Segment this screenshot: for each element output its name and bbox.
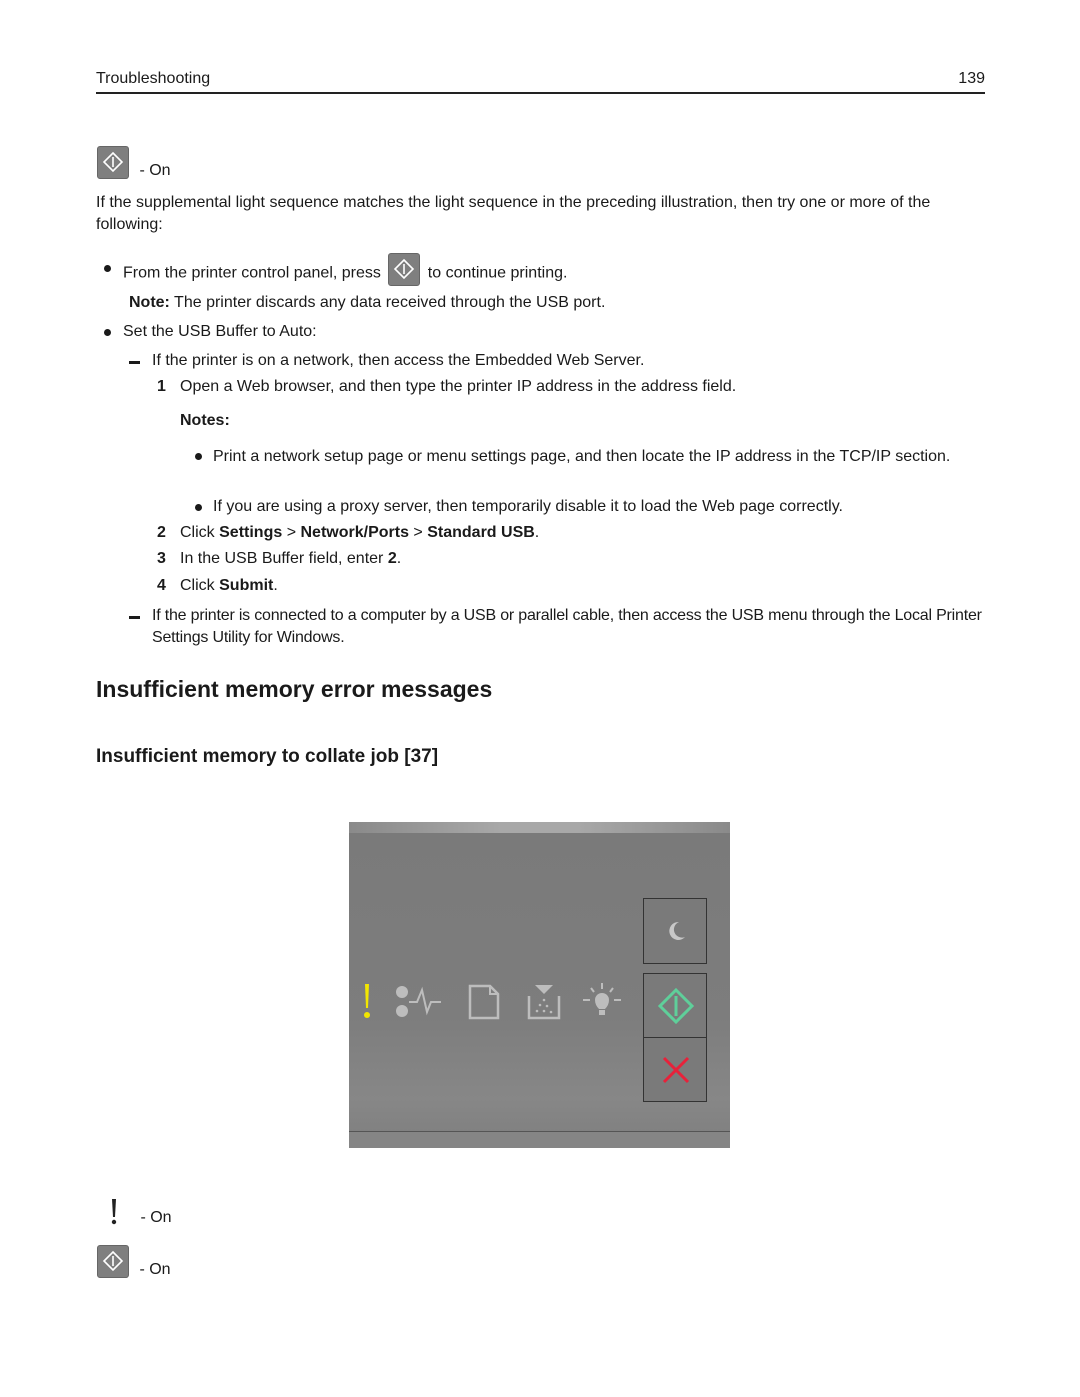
start-button-icon xyxy=(388,253,421,286)
legend-item-start: - On xyxy=(97,1245,171,1278)
note-label: Note: xyxy=(129,294,170,311)
subsection-title: Insufficient memory to collate job [37] xyxy=(96,746,439,767)
cancel-button[interactable] xyxy=(643,1037,707,1102)
page-header: Troubleshooting 139 xyxy=(96,68,985,94)
bullet-item-usb-buffer: Set the USB Buffer to Auto: xyxy=(123,323,317,340)
panel-bottom-edge xyxy=(349,1131,730,1148)
step-text: Open a Web browser, and then type the pr… xyxy=(180,378,737,395)
legend-item-error: - On xyxy=(108,1198,172,1226)
top-indicator: - On xyxy=(97,146,171,179)
panel-top-edge xyxy=(349,822,730,833)
note-item: Print a network setup page or menu setti… xyxy=(213,448,951,465)
punctuation: . xyxy=(534,524,540,541)
legend-state: - On xyxy=(140,1209,172,1227)
paper-icon xyxy=(468,984,500,1020)
sub-item-usb-cable: If the printer is connected to a compute… xyxy=(152,607,982,646)
sub-item-network: If the printer is on a network, then acc… xyxy=(152,352,645,369)
page-number: 139 xyxy=(958,70,985,87)
step-number: 4 xyxy=(157,577,166,594)
buffer-value: 2 xyxy=(387,550,397,567)
section-title: Insufficient memory error messages xyxy=(96,676,493,702)
cancel-x-icon xyxy=(662,1056,690,1084)
bullet-item-continue: From the printer control panel, press to… xyxy=(123,253,568,290)
notes-label: Notes: xyxy=(180,412,230,429)
punctuation: . xyxy=(273,577,278,594)
bullet-text: to continue printing. xyxy=(427,264,568,282)
note-text: The printer discards any data received t… xyxy=(174,294,606,311)
step-number: 3 xyxy=(157,550,166,567)
path-separator: > xyxy=(286,524,297,541)
step-prefix: Click xyxy=(180,524,215,541)
path-separator: > xyxy=(413,524,423,541)
exclamation-icon xyxy=(111,1199,117,1225)
start-button-icon xyxy=(97,1245,129,1278)
note: Note: The printer discards any data rece… xyxy=(129,292,605,314)
sleep-button[interactable] xyxy=(643,898,707,964)
start-button[interactable] xyxy=(643,973,707,1038)
lightbulb-icon xyxy=(583,983,621,1015)
section-name: Troubleshooting xyxy=(96,70,211,87)
legend-state: - On xyxy=(139,1260,171,1278)
step-text: In the USB Buffer field, enter 2. xyxy=(180,548,401,570)
step-number: 1 xyxy=(157,378,166,395)
indicator-state: - On xyxy=(139,161,171,179)
menu-path-settings: Settings xyxy=(219,524,283,541)
dash-marker xyxy=(129,616,140,619)
intro-paragraph: If the supplemental light sequence match… xyxy=(96,194,931,233)
step-text: Click Submit. xyxy=(180,575,278,597)
step-prefix: Click xyxy=(180,577,215,594)
printer-control-panel xyxy=(349,822,730,1148)
toner-icon xyxy=(527,985,561,1020)
step-number: 2 xyxy=(157,524,166,541)
moon-icon xyxy=(669,921,685,940)
bullet-text: From the printer control panel, press xyxy=(123,264,381,282)
start-button-icon xyxy=(97,146,129,179)
paper-jam-icon xyxy=(396,986,441,1017)
menu-path-standard-usb: Standard USB xyxy=(427,524,535,541)
menu-path-network-ports: Network/Ports xyxy=(300,524,409,541)
start-diamond-icon xyxy=(657,988,695,1024)
step-text: Click Settings > Network/Ports > Standar… xyxy=(180,522,539,544)
exclamation-icon xyxy=(364,984,370,1018)
punctuation: . xyxy=(396,550,402,567)
submit-label: Submit xyxy=(219,577,274,594)
step-prefix: In the USB Buffer field, enter xyxy=(180,550,384,567)
dash-marker xyxy=(129,361,140,364)
note-item: If you are using a proxy server, then te… xyxy=(213,498,843,515)
